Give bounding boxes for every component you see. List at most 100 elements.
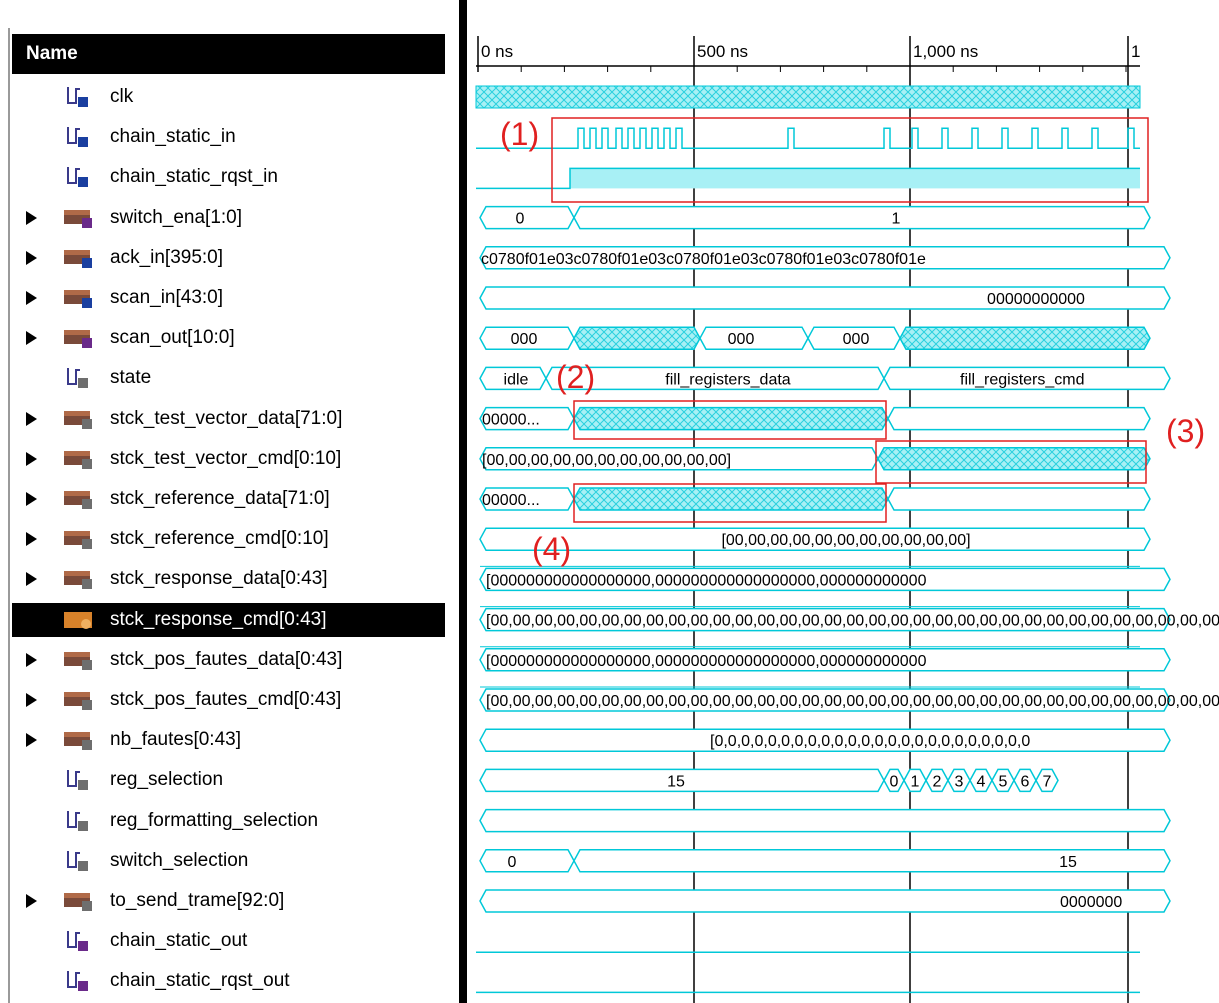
expand-arrow-icon[interactable]: [26, 532, 37, 547]
bus-signal-icon: [62, 447, 98, 471]
bus-signal-icon: [62, 567, 98, 591]
bus-segment: [573, 205, 1151, 230]
bus-value: fill_registers_data: [665, 371, 791, 388]
bus-value: 00000...: [482, 412, 540, 429]
signal-row[interactable]: ack_in[395:0]: [12, 241, 445, 275]
annotation-label: (3): [1166, 413, 1205, 449]
signal-row[interactable]: stck_reference_cmd[0:10]: [12, 522, 445, 556]
bus-value: 15: [667, 773, 685, 790]
signal-row[interactable]: stck_test_vector_data[71:0]: [12, 402, 445, 436]
bus-signal-icon: [62, 688, 98, 712]
signal-row[interactable]: stck_pos_fautes_data[0:43]: [12, 643, 445, 677]
high-fill: [570, 168, 1140, 189]
bit-signal-icon: [62, 849, 98, 873]
bus-signal-icon: [62, 487, 98, 511]
expand-arrow-icon[interactable]: [26, 894, 37, 908]
expand-arrow-icon[interactable]: [26, 210, 37, 225]
bus-value: 0: [508, 854, 517, 871]
expand-arrow-icon[interactable]: [26, 572, 37, 587]
expand-arrow-icon[interactable]: [26, 250, 37, 265]
bit-signal-icon: [62, 366, 98, 390]
waveform-view[interactable]: 0 ns 500 ns 1,000 ns 1 0 1c0780f01e03c0780f0…: [467, 0, 1219, 1003]
signal-row[interactable]: reg_selection: [12, 763, 445, 797]
annotation-label: (4): [532, 531, 571, 567]
expand-arrow-icon[interactable]: [26, 331, 37, 346]
bus-signal-icon: [62, 286, 98, 310]
signal-name: chain_static_out: [110, 930, 248, 952]
bus-segment: [887, 406, 1151, 431]
annotation-box: [551, 117, 1149, 203]
expand-arrow-icon[interactable]: [26, 693, 37, 707]
signal-name: to_send_trame[92:0]: [110, 890, 285, 911]
bus-value: 000: [728, 331, 755, 348]
bus-value: [00,00,00,00,00,00,00,00,00,00,00,00,00,…: [486, 613, 1219, 630]
signal-row[interactable]: to_send_trame[92:0]: [12, 884, 445, 918]
signal-row[interactable]: stck_reference_data[71:0]: [12, 482, 445, 516]
bit-signal-icon: [62, 165, 98, 189]
bus-signal-icon: [62, 246, 98, 270]
signal-name: reg_selection: [110, 769, 224, 791]
signal-name: chain_static_rqst_out: [110, 970, 290, 992]
expand-arrow-icon[interactable]: [26, 612, 37, 627]
signal-row[interactable]: scan_in[43:0]: [12, 281, 445, 315]
bus-value: 1: [911, 773, 920, 790]
waveforms: 0 1 c0780f01e03c0780f01e03c0780f01e03c0780…: [475, 85, 1219, 994]
signal-row[interactable]: chain_static_out: [12, 924, 445, 958]
signal-row[interactable]: reg_formatting_selection: [12, 804, 445, 838]
bus-value: 00000000000: [987, 291, 1085, 308]
expand-arrow-icon[interactable]: [26, 652, 37, 667]
signal-row[interactable]: stck_response_cmd[0:43]: [12, 602, 445, 637]
expand-arrow-icon[interactable]: [26, 291, 37, 305]
bus-signal-icon: [62, 648, 98, 672]
bus-value: 7: [1043, 773, 1052, 790]
signal-row[interactable]: stck_response_data[0:43]: [12, 562, 445, 596]
bus-value: [0,0,0,0,0,0,0,0,0,0,0,0,0,0,0,0,0,0,0,0…: [710, 733, 1030, 750]
signal-name: scan_in[43:0]: [110, 287, 224, 308]
signal-row[interactable]: stck_pos_fautes_cmd[0:43]: [12, 683, 445, 717]
expand-arrow-icon[interactable]: [26, 411, 37, 426]
signal-name: stck_test_vector_data[71:0]: [110, 407, 343, 429]
signal-row[interactable]: chain_static_rqst_in: [12, 160, 445, 194]
expand-arrow-icon[interactable]: [26, 492, 37, 506]
annotation-label: (1): [500, 116, 539, 152]
expand-arrow-icon[interactable]: [26, 451, 37, 466]
bus-value: 4: [977, 773, 986, 790]
signal-name: reg_formatting_selection: [110, 809, 319, 831]
signal-row[interactable]: switch_selection: [12, 844, 445, 878]
bus-segment: [479, 205, 575, 230]
bit-signal-icon: [62, 969, 98, 993]
signal-row[interactable]: state: [12, 361, 445, 395]
signal-row[interactable]: nb_fautes[0:43]: [12, 723, 445, 757]
bus-signal-icon: [62, 407, 98, 431]
bus-value: [000000000000000000,000000000000000000,0…: [486, 653, 927, 670]
signal-row[interactable]: stck_test_vector_cmd[0:10]: [12, 442, 445, 476]
time-label: 500 ns: [697, 42, 748, 61]
bus-hatched-segment: [899, 326, 1151, 350]
bus-value: 3: [955, 773, 964, 790]
expand-arrow-icon[interactable]: [26, 733, 37, 748]
time-axis: 0 ns 500 ns 1,000 ns 1: [476, 36, 1140, 72]
name-column-header[interactable]: Name: [12, 34, 445, 74]
bus-signal-icon: [62, 728, 98, 752]
bus-value: idle: [504, 371, 529, 388]
bus-value: fill_registers_cmd: [960, 371, 1084, 388]
bus-hatched-segment: [573, 326, 701, 350]
time-label: 1,000 ns: [913, 42, 978, 61]
bus-signal-icon: [62, 206, 98, 230]
bus-value: c0780f01e03c0780f01e03c0780f01e03c0780f0…: [481, 251, 926, 268]
signal-name: chain_static_rqst_in: [110, 166, 278, 188]
signal-name: stck_response_data[0:43]: [110, 568, 328, 590]
signal-row[interactable]: chain_static_rqst_out: [12, 964, 445, 998]
bus-value: [000000000000000000,000000000000000000,0…: [486, 572, 927, 589]
bus-signal-icon: [62, 326, 98, 350]
signal-row[interactable]: switch_ena[1:0]: [12, 201, 445, 235]
bit-signal-icon: [62, 809, 98, 833]
bus-value: 000: [511, 331, 538, 348]
bus-value: 2: [933, 773, 942, 790]
signal-row[interactable]: clk: [12, 80, 445, 114]
signal-row[interactable]: chain_static_in: [12, 120, 445, 154]
signal-name: switch_ena[1:0]: [110, 206, 243, 228]
signal-row[interactable]: scan_out[10:0]: [12, 321, 445, 355]
bus-value: [00,00,00,00,00,00,00,00,00,00,00,00,00,…: [486, 693, 1219, 710]
panel-splitter[interactable]: [459, 0, 467, 1003]
